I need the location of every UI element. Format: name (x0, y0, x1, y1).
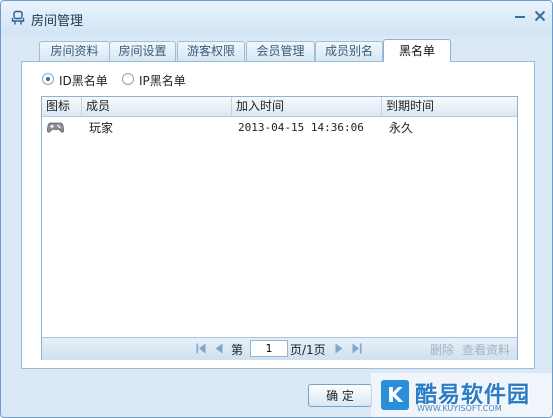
view-profile-link[interactable]: 查看资料 (462, 341, 510, 358)
watermark-url: WWW.KUYISOFT.COM (417, 404, 502, 413)
column-header-icon[interactable]: 图标 (42, 97, 82, 116)
previous-page-button[interactable] (214, 343, 224, 354)
radio-indicator (42, 73, 54, 85)
watermark-k-icon: K (381, 380, 409, 410)
column-header-member[interactable]: 成员 (82, 97, 232, 116)
title-bar: 房间管理 (1, 1, 552, 35)
ok-button[interactable]: 确 定 (308, 384, 372, 407)
gamepad-icon (46, 119, 65, 139)
radio-indicator (122, 73, 134, 85)
join-time: 2013-04-15 14:36:06 (238, 121, 364, 134)
table-row[interactable]: 玩家 2013-04-15 14:36:06 永久 (42, 118, 517, 138)
member-name: 玩家 (89, 121, 114, 135)
table-header: 图标 成员 加入时间 到期时间 (42, 97, 517, 117)
blacklist-panel: ID黑名单 IP黑名单 图标 成员 加入时间 到期时间 玩家 2013-04-1… (21, 61, 535, 369)
tab-room-info[interactable]: 房间资料 (39, 41, 110, 61)
column-header-join-time[interactable]: 加入时间 (232, 97, 382, 116)
blacklist-table: 图标 成员 加入时间 到期时间 玩家 2013-04-15 14:36:06 永… (41, 96, 518, 360)
close-button[interactable] (532, 8, 548, 24)
delete-link[interactable]: 删除 (430, 341, 454, 358)
tab-member-management[interactable]: 会员管理 (246, 41, 315, 61)
page-total: 页/1页 (290, 343, 326, 357)
page-number-input[interactable] (250, 340, 288, 357)
first-page-button[interactable] (196, 343, 206, 354)
radio-label: ID黑名单 (59, 74, 108, 88)
last-page-icon (352, 343, 362, 354)
minimize-button[interactable] (512, 8, 528, 24)
expiry-time: 永久 (389, 121, 414, 135)
tab-member-alias[interactable]: 成员别名 (315, 41, 383, 61)
tab-room-settings[interactable]: 房间设置 (109, 41, 176, 61)
radio-id-blacklist[interactable]: ID黑名单 (42, 72, 112, 88)
radio-label: IP黑名单 (139, 74, 186, 88)
page-prefix: 第 (231, 343, 244, 357)
next-page-icon (335, 343, 343, 354)
chair-icon (10, 10, 26, 26)
pagination-bar: 第 页/1页 删除 查看资料 (42, 337, 517, 360)
next-page-button[interactable] (334, 343, 344, 354)
last-page-button[interactable] (352, 343, 362, 354)
radio-ip-blacklist[interactable]: IP黑名单 (122, 72, 194, 88)
tab-blacklist[interactable]: 黑名单 (383, 39, 451, 62)
column-header-expiry-time[interactable]: 到期时间 (382, 97, 517, 116)
previous-page-icon (215, 343, 223, 354)
window-title: 房间管理 (31, 14, 84, 29)
room-management-window: 房间管理 房间资料 房间设置 游客权限 会员管理 成员别名 黑名单 ID黑名单 (0, 0, 553, 418)
close-icon (534, 10, 546, 22)
first-page-icon (196, 343, 206, 354)
minimize-icon (515, 16, 525, 18)
tab-guest-permissions[interactable]: 游客权限 (177, 41, 245, 61)
watermark-logo: K 酷易软件园 WWW.KUYISOFT.COM (371, 373, 552, 417)
